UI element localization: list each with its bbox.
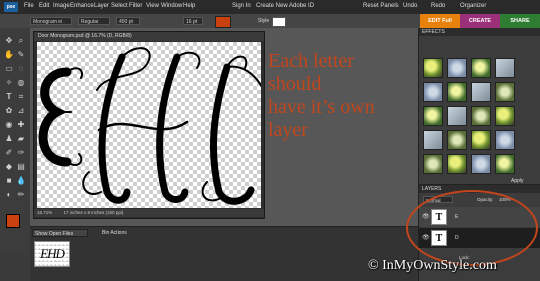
red-eye-tool-icon[interactable]: ◉ bbox=[4, 120, 14, 130]
menu-enhance[interactable]: Enhance bbox=[70, 3, 94, 9]
organizer-button[interactable]: Organizer bbox=[460, 3, 486, 9]
annotation-text: Each letter should have it’s own layer bbox=[268, 50, 418, 142]
bin-thumbnail[interactable]: EHD bbox=[34, 241, 70, 267]
effect-thumbnail[interactable] bbox=[423, 82, 443, 102]
healing-tool-icon[interactable]: ✚ bbox=[16, 120, 26, 130]
menu-filter[interactable]: Filter bbox=[129, 3, 142, 9]
cookie-cutter-tool-icon[interactable]: ✿ bbox=[4, 106, 14, 116]
text-color-swatch[interactable] bbox=[215, 16, 231, 28]
move-tool-icon[interactable]: ✥ bbox=[4, 36, 14, 46]
effect-thumbnail[interactable] bbox=[447, 82, 467, 102]
clone-stamp-tool-icon[interactable]: ♟ bbox=[4, 134, 14, 144]
selection-brush-tool-icon[interactable]: ◍ bbox=[16, 78, 26, 88]
monogram-letter-e bbox=[38, 67, 83, 167]
crop-tool-icon[interactable]: ⌗ bbox=[16, 92, 26, 102]
effect-thumbnail[interactable] bbox=[471, 106, 491, 126]
mode-tabs: EDIT Full CREATE SHARE bbox=[420, 14, 540, 28]
effects-title: EFFECTS bbox=[419, 28, 540, 36]
tab-edit[interactable]: EDIT Full bbox=[420, 14, 460, 28]
reset-panels-button[interactable]: Reset Panels bbox=[363, 3, 399, 9]
menu-file[interactable]: File bbox=[24, 3, 34, 9]
effect-thumbnail[interactable] bbox=[495, 106, 515, 126]
font-style-select[interactable]: Regular bbox=[78, 17, 110, 25]
effect-thumbnail[interactable] bbox=[471, 82, 491, 102]
effects-grid bbox=[423, 58, 523, 176]
effect-thumbnail[interactable] bbox=[447, 154, 467, 174]
document-size: 17 inches x 8 inches (150 ppi) bbox=[63, 210, 124, 215]
effect-thumbnail[interactable] bbox=[495, 130, 515, 150]
document-canvas[interactable] bbox=[37, 42, 261, 208]
hand-tool-icon[interactable]: ✋ bbox=[4, 50, 14, 60]
annotation-line: layer bbox=[268, 119, 308, 141]
foreground-color-swatch[interactable] bbox=[6, 214, 20, 228]
effect-thumbnail[interactable] bbox=[447, 106, 467, 126]
project-bin: Show Open Files Bin Actions EHD bbox=[30, 226, 418, 281]
blur-tool-icon[interactable]: 💧 bbox=[16, 176, 26, 186]
shape-tool-icon[interactable]: ■ bbox=[4, 176, 14, 186]
zoom-tool-icon[interactable]: ⌕ bbox=[16, 36, 26, 46]
gradient-tool-icon[interactable]: ▤ bbox=[16, 162, 26, 172]
monogram-letter-d bbox=[201, 55, 261, 205]
menu-bar: pse File Edit Image Enhance Layer Select… bbox=[0, 0, 540, 14]
toolbox: ✥ ⌕ ✋ ✎ ▭ ◌ ✧ ◍ T ⌗ ✿ ⊿ ◉ ✚ ♟ ▰ ✐ ✑ ◆ ▤ … bbox=[0, 28, 31, 254]
marquee-tool-icon[interactable]: ▭ bbox=[4, 64, 14, 74]
effect-thumbnail[interactable] bbox=[495, 154, 515, 174]
app-logo: pse bbox=[4, 2, 18, 12]
font-size-select[interactable]: 450 pt bbox=[116, 17, 140, 25]
smart-brush-tool-icon[interactable]: ✑ bbox=[16, 148, 26, 158]
watermark-text: © InMyOwnStyle.com bbox=[368, 258, 497, 273]
effect-thumbnail[interactable] bbox=[495, 82, 515, 102]
magic-wand-tool-icon[interactable]: ✧ bbox=[4, 78, 14, 88]
type-tool-icon[interactable]: T bbox=[4, 92, 14, 102]
straighten-tool-icon[interactable]: ⊿ bbox=[16, 106, 26, 116]
redo-button[interactable]: Redo bbox=[431, 3, 445, 9]
style-swatch[interactable] bbox=[272, 17, 286, 27]
menu-window[interactable]: Window bbox=[161, 3, 182, 9]
menu-edit[interactable]: Edit bbox=[39, 3, 49, 9]
effect-thumbnail[interactable] bbox=[471, 154, 491, 174]
effect-thumbnail[interactable] bbox=[447, 58, 467, 78]
document-status-bar: 16.71% 17 inches x 8 inches (150 ppi) bbox=[34, 209, 264, 217]
zoom-level[interactable]: 16.71% bbox=[37, 210, 52, 215]
bin-actions-menu[interactable]: Bin Actions bbox=[102, 230, 127, 236]
tab-create[interactable]: CREATE bbox=[460, 14, 500, 28]
tab-share[interactable]: SHARE bbox=[500, 14, 540, 28]
menu-select[interactable]: Select bbox=[111, 3, 128, 9]
sign-in-link[interactable]: Sign In bbox=[232, 3, 251, 9]
pencil-tool-icon[interactable]: ✏ bbox=[16, 190, 26, 200]
menu-view[interactable]: View bbox=[146, 3, 159, 9]
brush-tool-icon[interactable]: ✐ bbox=[4, 148, 14, 158]
monogram-letter-h bbox=[82, 47, 201, 204]
menu-help[interactable]: Help bbox=[183, 3, 195, 9]
effect-thumbnail[interactable] bbox=[471, 58, 491, 78]
effects-panel: EFFECTS Apply bbox=[418, 28, 540, 184]
annotation-line: should bbox=[268, 73, 322, 95]
leading-select[interactable]: 16 pt bbox=[183, 17, 203, 25]
annotation-line: Each letter bbox=[268, 50, 355, 72]
style-label: Style bbox=[258, 18, 270, 24]
eyedropper-tool-icon[interactable]: ✎ bbox=[16, 50, 26, 60]
highlight-ellipse bbox=[406, 190, 538, 266]
paint-bucket-tool-icon[interactable]: ◆ bbox=[4, 162, 14, 172]
effect-thumbnail[interactable] bbox=[423, 58, 443, 78]
effect-thumbnail[interactable] bbox=[423, 106, 443, 126]
monogram-graphic bbox=[38, 47, 261, 205]
sponge-tool-icon[interactable]: ◐ bbox=[4, 190, 14, 200]
effect-thumbnail[interactable] bbox=[447, 130, 467, 150]
menu-image[interactable]: Image bbox=[53, 3, 70, 9]
eraser-tool-icon[interactable]: ▰ bbox=[16, 134, 26, 144]
effect-thumbnail[interactable] bbox=[423, 154, 443, 174]
menu-layer[interactable]: Layer bbox=[94, 3, 109, 9]
lasso-tool-icon[interactable]: ◌ bbox=[16, 64, 26, 74]
document-window: Door Monogram.psd @ 16.7% (D, RGB/8) 16.… bbox=[33, 31, 265, 219]
undo-button[interactable]: Undo bbox=[403, 3, 417, 9]
annotation-line: have it’s own bbox=[268, 96, 375, 118]
show-open-files-select[interactable]: Show Open Files bbox=[32, 229, 88, 237]
document-title[interactable]: Door Monogram.psd @ 16.7% (D, RGB/8) bbox=[34, 32, 264, 41]
create-id-link[interactable]: Create New Adobe ID bbox=[256, 3, 314, 9]
effect-thumbnail[interactable] bbox=[471, 130, 491, 150]
effect-thumbnail[interactable] bbox=[495, 58, 515, 78]
effect-thumbnail[interactable] bbox=[423, 130, 443, 150]
font-family-select[interactable]: Monogram ei bbox=[30, 17, 72, 25]
